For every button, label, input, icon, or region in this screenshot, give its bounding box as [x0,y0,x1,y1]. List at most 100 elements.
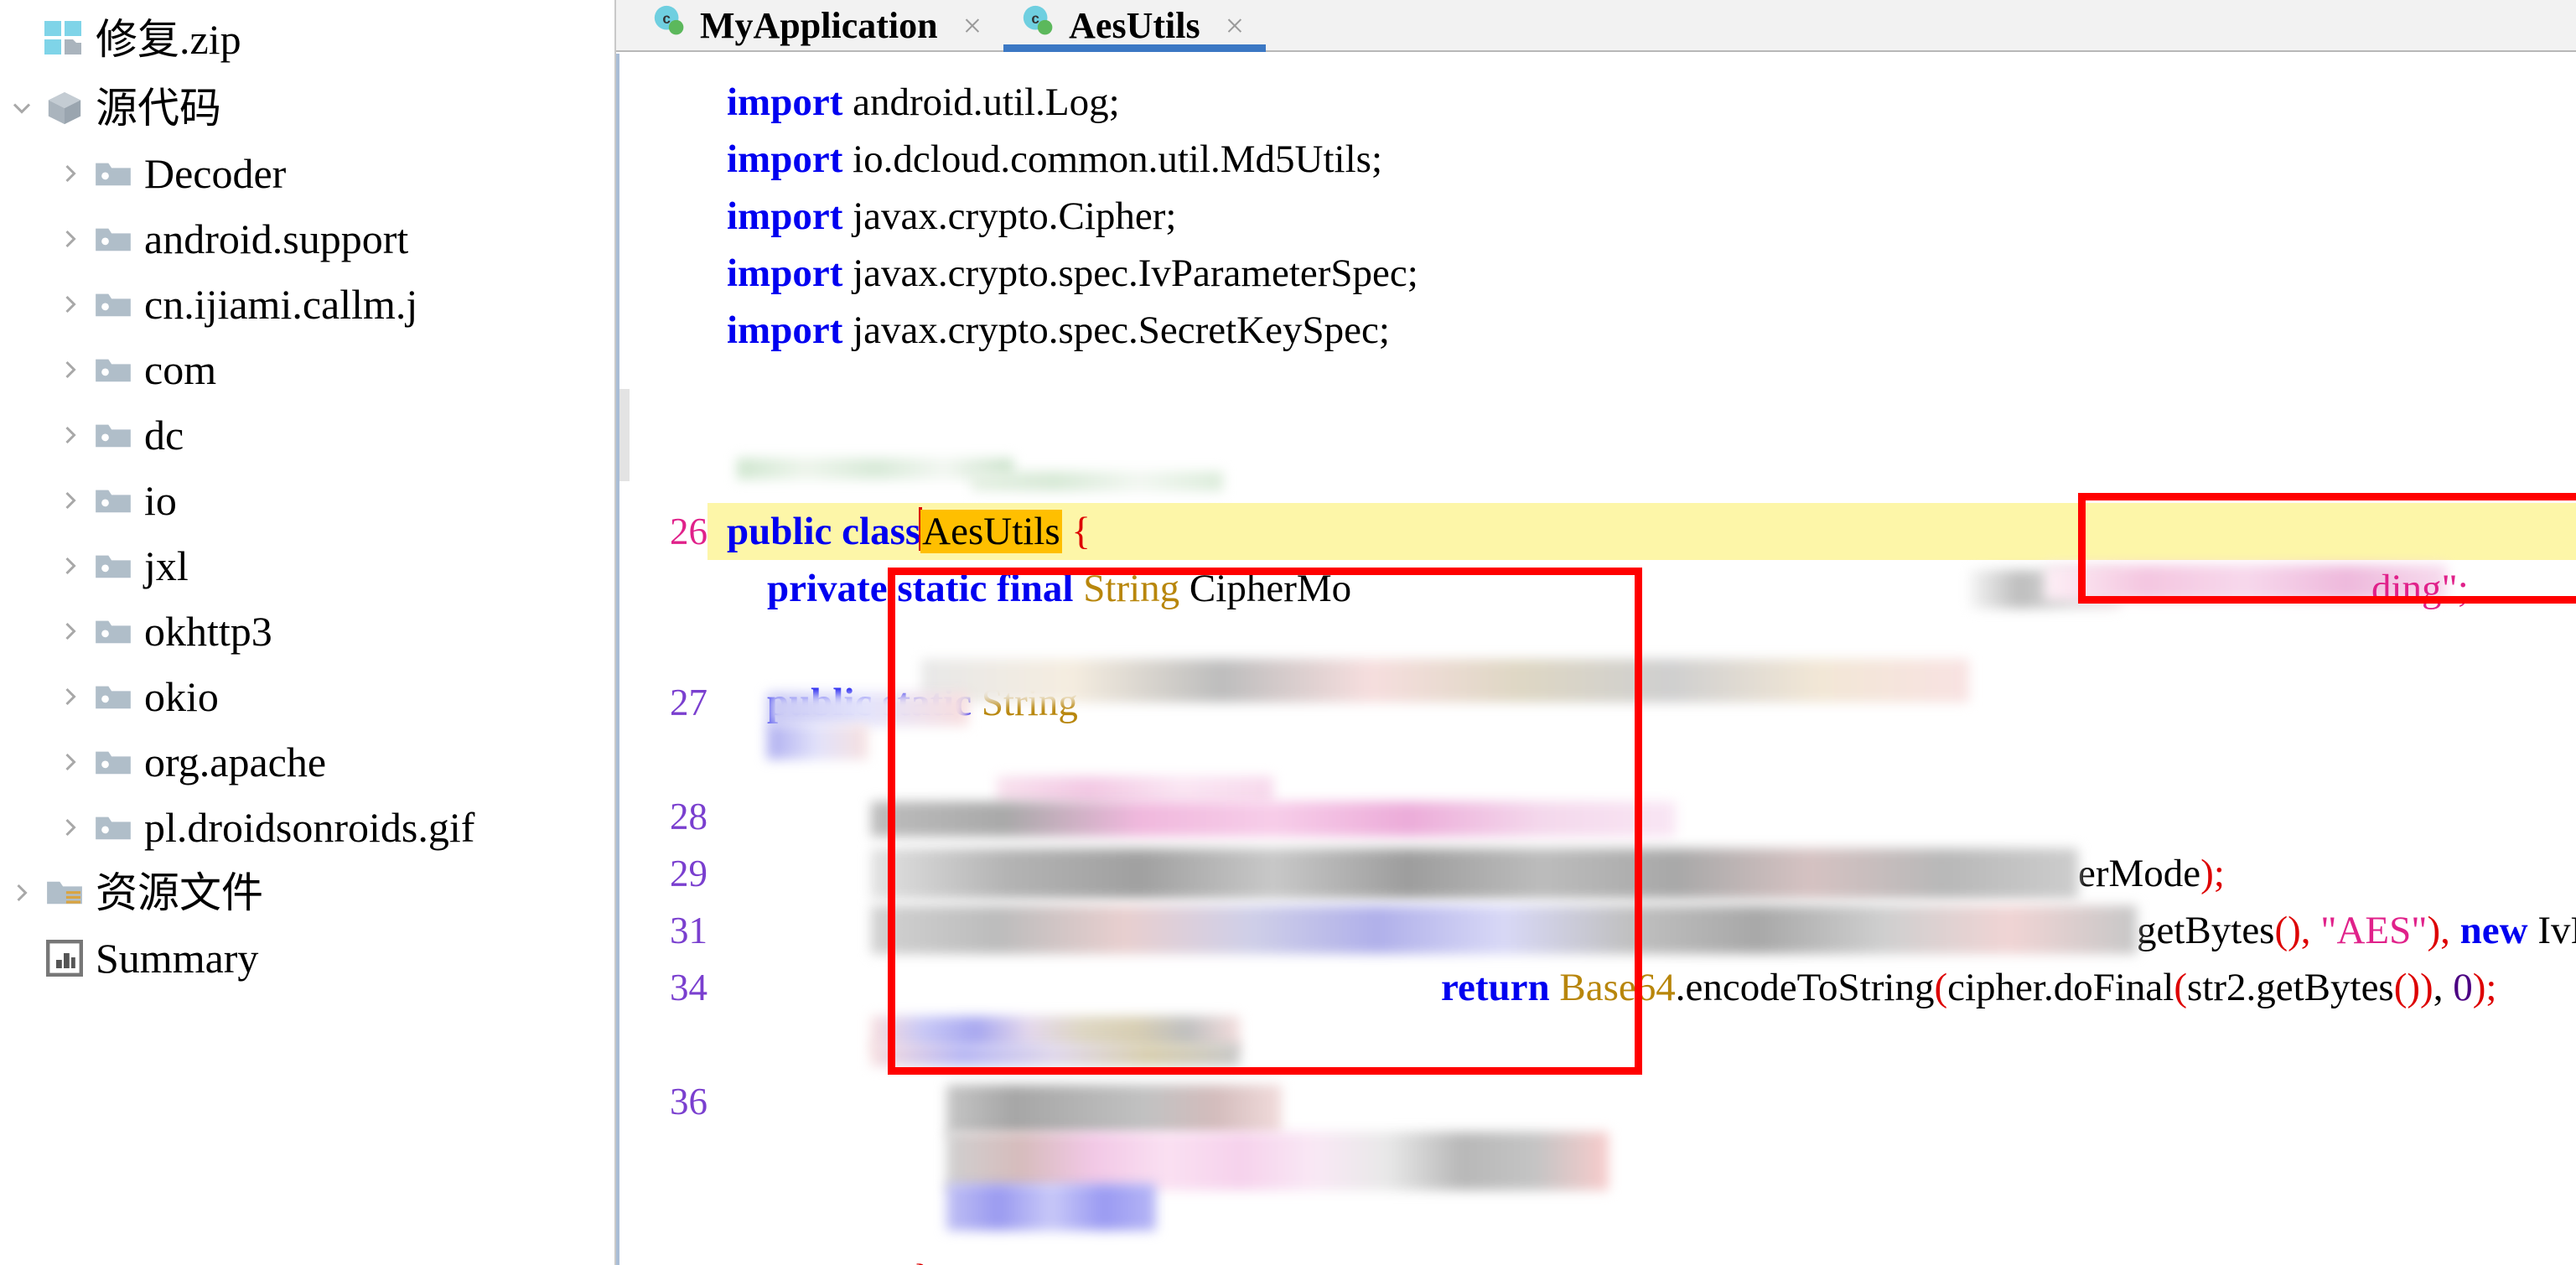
chevron-right-icon[interactable] [52,161,89,186]
redacted-code-block [871,1043,1240,1066]
folder-icon [89,355,137,385]
tree-item-resource-files[interactable]: 资源文件 [0,860,614,925]
tree-root-label: 修复.zip [96,16,241,63]
close-paren: ); [2200,852,2225,895]
paren-group: ), [2427,909,2460,952]
redacted-method-signature [767,692,968,726]
app-window: 修复.zip 源代码 Decoder android.support cn.ij… [0,0,2576,1265]
code-fragment: getBytes [2137,909,2275,952]
tree-item-label: org.apache [144,739,327,785]
close-paren-semicolon: ); [2472,966,2497,1009]
keyword-import: import [727,80,843,124]
close-icon[interactable]: × [951,6,982,45]
tree-item-pl-droidsonroids-gif[interactable]: pl.droidsonroids.gif [0,795,614,860]
line-number: 36 [670,1081,707,1122]
folder-icon [89,682,137,712]
package-icon [40,89,89,127]
folder-icon [89,551,137,581]
chevron-right-icon[interactable] [52,749,89,775]
keyword-import: import [727,194,843,238]
class-name-token: AesUtils [920,510,1062,553]
numeric-literal: 0 [2453,966,2473,1009]
tree-item-label: io [144,477,177,524]
tree-item-label: okio [144,673,219,720]
line-number: 29 [670,853,707,894]
folder-icon [89,224,137,254]
folder-icon [89,747,137,777]
tree-item-label: 源代码 [96,85,221,132]
tree-item-android-support[interactable]: android.support [0,206,614,272]
tree-item-cn-ijiami[interactable]: cn.ijiami.callm.j [0,272,614,337]
redacted-code-block [871,848,2078,899]
tree-item-label: cn.ijiami.callm.j [144,281,418,328]
chevron-right-icon[interactable] [52,292,89,317]
tab-label: AesUtils [1069,4,1200,46]
method-getbytes: str2.getBytes [2187,966,2394,1009]
code-fragment: erMode [2078,852,2201,895]
string-literal-aes: "AES" [2320,909,2428,952]
chevron-right-icon[interactable] [52,488,89,513]
field-modifiers: private static final [767,567,1074,610]
tab-label: MyApplication [700,4,938,46]
editor-pane: c MyApplication × c AesUtils × import an… [616,0,2576,1265]
chevron-right-icon[interactable] [52,619,89,644]
open-brace: { [1071,510,1091,553]
chevron-down-icon[interactable] [3,96,40,121]
project-tree-sidebar[interactable]: 修复.zip 源代码 Decoder android.support cn.ij… [0,0,616,1265]
tree-item-okhttp3[interactable]: okhttp3 [0,599,614,664]
tree-item-summary[interactable]: Summary [0,925,614,991]
redacted-code-block [972,471,1223,491]
keyword-import: import [727,137,843,181]
redacted-method-signature [767,724,868,760]
tree-item-label: Decoder [144,150,287,197]
tree-item-decoder[interactable]: Decoder [0,141,614,206]
folder-icon [89,158,137,189]
redacted-code-block [871,801,1676,837]
chevron-right-icon[interactable] [52,357,89,382]
close-parens: ()) [2393,966,2433,1009]
tree-item-com[interactable]: com [0,337,614,402]
tab-myapplication[interactable]: c MyApplication × [635,0,1003,50]
import-path: javax.crypto.Cipher; [853,194,1177,238]
redacted-code-block [946,1085,1282,1135]
archive-icon [40,21,89,58]
tree-item-org-apache[interactable]: org.apache [0,729,614,795]
tree-item-jxl[interactable]: jxl [0,533,614,599]
line-number: 31 [670,910,707,951]
redacted-method-signature [921,659,1969,702]
keyword-return: return [1441,966,1550,1009]
chevron-right-icon[interactable] [52,226,89,251]
tree-item-label: com [144,346,217,393]
java-class-icon: c [651,3,687,48]
keyword-import: import [727,308,843,352]
tree-item-source-code[interactable]: 源代码 [0,75,614,141]
java-class-icon: c [1020,3,1055,48]
keyword-new: new [2459,909,2528,952]
import-path: javax.crypto.spec.SecretKeySpec; [853,308,1390,352]
close-icon[interactable]: × [1214,6,1245,45]
code-lines: import android.util.Log; import io.dclou… [619,54,2576,1265]
chevron-right-icon[interactable] [52,684,89,709]
chevron-right-icon[interactable] [52,553,89,578]
tree-item-label: 资源文件 [96,869,263,916]
tree-item-dc[interactable]: dc [0,402,614,468]
tree-item-label: Summary [96,935,259,982]
paren-group: (), [2274,909,2321,952]
field-name: CipherMo [1189,567,1352,610]
chevron-right-icon[interactable] [52,423,89,448]
summary-icon [40,940,89,977]
chevron-right-icon[interactable] [3,880,40,905]
line-number: 28 [670,796,707,837]
tree-item-label: okhttp3 [144,608,272,655]
tree-item-okio[interactable]: okio [0,664,614,729]
editor-tabbar: c MyApplication × c AesUtils × [616,0,2576,52]
code-editor-canvas[interactable]: import android.util.Log; import io.dclou… [616,54,2576,1265]
tree-item-archive-root[interactable]: 修复.zip [0,3,614,75]
keyword-import: import [727,251,843,295]
tree-item-label: pl.droidsonroids.gif [144,804,475,851]
chevron-right-icon[interactable] [52,815,89,840]
tab-aesutils[interactable]: c AesUtils × [1003,0,1267,52]
tree-item-io[interactable]: io [0,468,614,533]
resource-folder-icon [40,877,89,909]
line-number: 27 [670,682,707,723]
